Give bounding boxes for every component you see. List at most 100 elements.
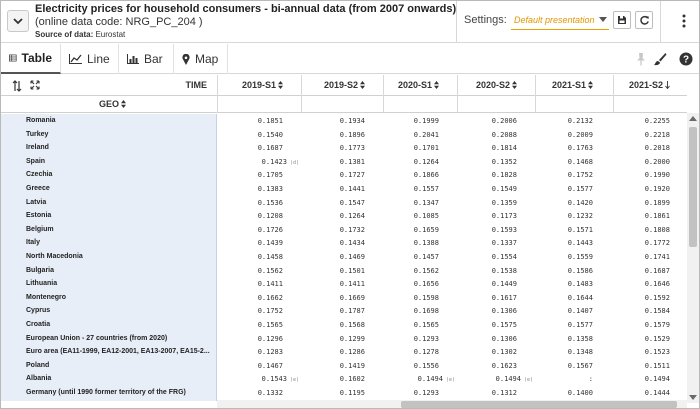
collapse-button[interactable] <box>7 10 29 32</box>
cell-value: 0.1494 <box>644 375 670 383</box>
caret-down-icon <box>599 17 607 22</box>
time-dimension-label: TIME <box>185 80 208 90</box>
table-cell: 0.2018 <box>594 141 670 155</box>
table-cell: 0.1851 <box>207 114 283 128</box>
horizontal-scroll-thumb[interactable] <box>401 401 677 408</box>
horizontal-scrollbar[interactable] <box>217 400 687 408</box>
cell-value: 0.1741 <box>644 253 670 261</box>
table-cell: 0.1411 <box>207 277 283 291</box>
cell-value: 0.1348 <box>567 348 593 356</box>
row-label: Germany (until 1990 former territory of … <box>26 389 186 396</box>
tab-label: Line <box>87 52 110 66</box>
vertical-scrollbar[interactable] <box>687 113 699 403</box>
row-label: Romania <box>26 117 56 124</box>
table-cell: 0.1547 <box>289 196 365 210</box>
table-cell: 0.2255 <box>594 114 670 128</box>
cell-value: 0.1286 <box>339 348 365 356</box>
table-cell: 0.1411 <box>289 277 365 291</box>
cell-value: 0.1444 <box>644 389 670 397</box>
cell-value: 0.1536 <box>257 199 283 207</box>
cell-value: 0.1540 <box>257 131 283 139</box>
table-cell: 0.1359 <box>441 196 517 210</box>
table-cell: 0.2132 <box>517 114 593 128</box>
column-header[interactable]: 2019-S1 <box>223 80 283 90</box>
tab-table[interactable]: Table <box>1 44 61 74</box>
cell-value: 0.1571 <box>567 226 593 234</box>
table-cell: 0.1659 <box>363 223 439 237</box>
table-cell: 0.2009 <box>517 128 593 142</box>
tab-label: Bar <box>144 52 163 66</box>
time-header-row: TIME 2019-S1 2019-S2 2020-S1 2020-S2 2021-S1… <box>1 75 687 96</box>
tab-map[interactable]: Map <box>174 44 228 74</box>
table-cell: 0.2218 <box>594 128 670 142</box>
column-header[interactable]: 2021-S2 <box>610 80 670 90</box>
cell-value: 0.1586 <box>567 267 593 275</box>
table-cell: 0.1283 <box>207 345 283 359</box>
table-cell: 0.2000 <box>594 155 670 169</box>
column-header[interactable]: 2019-S2 <box>305 80 365 90</box>
cell-value: 0.1598 <box>413 294 439 302</box>
tab-bar[interactable]: Bar <box>119 44 174 74</box>
column-header[interactable]: 2020-S2 <box>457 80 517 90</box>
refresh-button[interactable] <box>635 11 653 29</box>
cell-value: 0.1457 <box>413 253 439 261</box>
row-label: Italy <box>26 239 41 246</box>
cell-value: 0.1934 <box>339 117 365 125</box>
table-cell: 0.1337 <box>441 236 517 250</box>
cell-value: 0.1299 <box>339 335 365 343</box>
column-divider <box>383 96 384 113</box>
table-cell: 0.1701 <box>363 141 439 155</box>
table-cell: 0.1896 <box>289 128 365 142</box>
row-label: Ireland <box>26 144 49 151</box>
table-cell: 0.1999 <box>363 114 439 128</box>
tab-line[interactable]: Line <box>61 44 119 74</box>
table-cell: 0.1423 (d) <box>213 155 299 169</box>
scroll-down-icon[interactable] <box>689 393 697 401</box>
table-cell: 0.1347 <box>363 196 439 210</box>
more-options-button[interactable] <box>677 13 691 29</box>
cell-value: 0.1547 <box>339 199 365 207</box>
cell-value: 0.1423 <box>261 158 287 166</box>
table-cell: 0.1407 <box>517 304 593 318</box>
row-label: Cyprus <box>26 307 51 314</box>
row-label: Spain <box>26 158 46 165</box>
cell-value: 0.1529 <box>644 335 670 343</box>
row-label: Poland <box>26 362 50 369</box>
cell-value: 0.1400 <box>567 389 593 397</box>
column-divider <box>613 75 614 96</box>
table-cell: 0.1568 <box>289 318 365 332</box>
table-cell: 0.1752 <box>517 168 593 182</box>
cell-value: 0.1577 <box>567 321 593 329</box>
cell-value: 0.2006 <box>491 117 517 125</box>
swap-axes-icon[interactable] <box>12 80 22 92</box>
source-label: Source of data: <box>35 30 94 39</box>
column-header[interactable]: 2021-S1 <box>533 80 593 90</box>
help-icon[interactable]: ? <box>679 52 693 66</box>
vertical-scroll-thumb[interactable] <box>689 127 697 247</box>
column-header[interactable]: 2020-S1 <box>379 80 439 90</box>
cell-value: 0.1538 <box>491 267 517 275</box>
cell-value: 0.1593 <box>491 226 517 234</box>
cell-value: 0.1483 <box>567 280 593 288</box>
presentation-select[interactable]: Default presentation <box>511 10 609 30</box>
table-cell: 0.1296 <box>207 332 283 346</box>
table-cell: 0.1772 <box>594 236 670 250</box>
table-cell: 0.1814 <box>441 141 517 155</box>
table-cell: 0.1565 <box>207 318 283 332</box>
cell-value: 0.2000 <box>644 158 670 166</box>
cell-value: 0.1568 <box>339 321 365 329</box>
geo-sort-header[interactable]: GEO <box>99 99 127 109</box>
pin-icon[interactable] <box>635 52 647 66</box>
table-cell: 0.1602 <box>289 372 365 386</box>
cell-value: 0.1623 <box>491 362 517 370</box>
paint-brush-icon[interactable] <box>653 52 667 66</box>
table-icon <box>9 54 17 62</box>
save-button[interactable] <box>613 11 631 29</box>
scroll-up-icon[interactable] <box>689 115 697 123</box>
expand-icon[interactable] <box>30 80 40 90</box>
sort-down-icon <box>665 81 670 89</box>
table-body: Romania Turkey Ireland Spain Czechia Greece La… <box>1 114 687 401</box>
cell-value: 0.1293 <box>413 335 439 343</box>
row-label: Estonia <box>26 212 52 219</box>
table-cell: 0.2041 <box>363 128 439 142</box>
